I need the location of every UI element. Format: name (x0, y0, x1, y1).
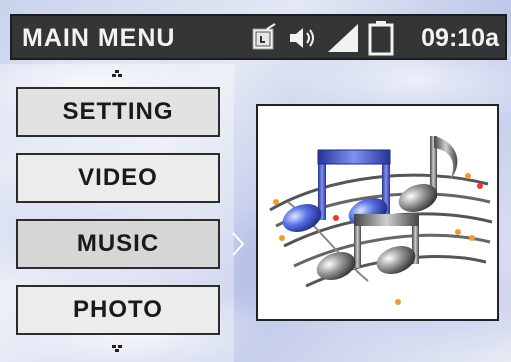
menu-item-setting[interactable]: SETTING (16, 87, 220, 137)
clock: 09:10a (421, 24, 499, 52)
speaker-icon (290, 28, 314, 48)
menu-item-photo[interactable]: PHOTO (16, 285, 220, 335)
menu-item-label: MUSIC (76, 230, 160, 257)
signal-icon (328, 24, 358, 52)
selection-pointer-icon (232, 232, 244, 256)
battery-icon (368, 21, 394, 56)
menu-item-video[interactable]: VIDEO (16, 153, 220, 203)
status-bar: MAIN MENU 09:10a (10, 14, 507, 60)
preview-panel (256, 104, 499, 321)
scroll-up-icon[interactable] (109, 70, 125, 80)
menu-item-music[interactable]: MUSIC (16, 219, 220, 269)
menu-item-label: SETTING (62, 98, 174, 125)
music-notes-icon (269, 136, 493, 305)
menu-title: MAIN MENU (22, 24, 176, 52)
menu-item-label: VIDEO (78, 164, 158, 191)
scroll-down-icon[interactable] (109, 345, 125, 355)
sd-card-icon (252, 23, 276, 50)
menu-item-label: PHOTO (73, 296, 163, 323)
